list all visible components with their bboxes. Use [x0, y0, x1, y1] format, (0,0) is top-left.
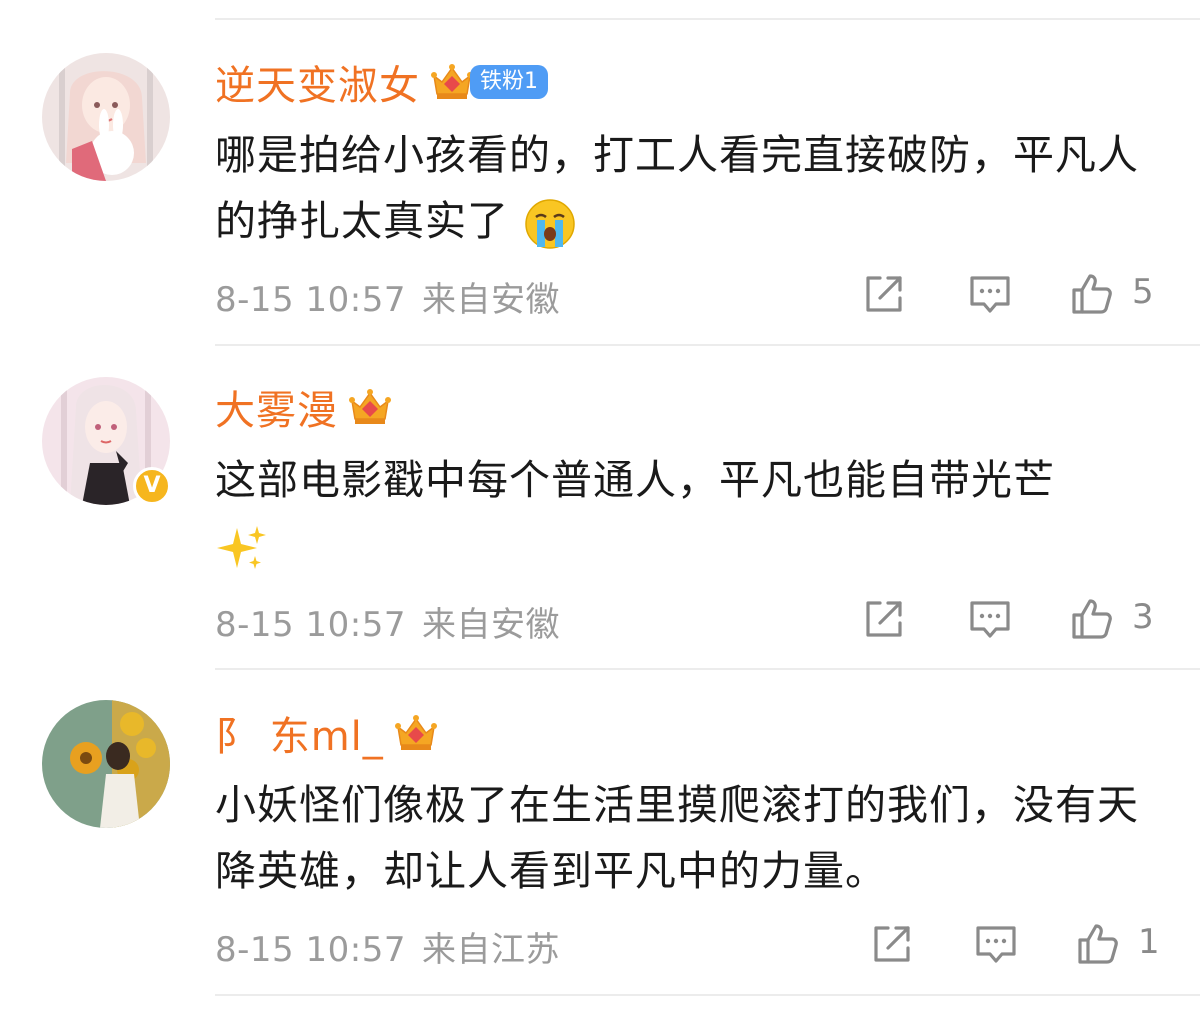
divider	[215, 18, 1200, 20]
username[interactable]: 阝 东ml_	[215, 704, 384, 762]
comment-meta: 8-15 10:57 来自江苏	[215, 922, 560, 971]
comment-icon[interactable]	[966, 270, 1014, 318]
comment-text: 哪是拍给小孩看的，打工人看完直接破防，平凡人的挣扎太真实了	[215, 122, 1145, 254]
divider	[215, 668, 1200, 670]
crown-badge-icon[interactable]	[430, 60, 474, 104]
comment-icon[interactable]	[966, 595, 1014, 643]
avatar[interactable]	[42, 700, 170, 828]
fan-badge[interactable]: 铁粉1	[470, 65, 548, 99]
divider	[215, 344, 1200, 346]
share-icon[interactable]	[860, 270, 908, 318]
divider	[215, 994, 1200, 996]
timestamp: 8-15 10:57	[215, 930, 406, 970]
location: 来自安徽	[421, 280, 560, 320]
verified-icon: V	[133, 467, 171, 505]
timestamp: 8-15 10:57	[215, 280, 406, 320]
like-icon[interactable]	[1074, 920, 1122, 968]
like-count: 1	[1138, 922, 1160, 962]
comment-text: 这部电影戳中每个普通人，平凡也能自带光芒	[215, 447, 1145, 579]
name-row: 逆天变淑女 铁粉1	[215, 52, 548, 112]
sparkles-emoji	[217, 526, 266, 569]
comment-icon[interactable]	[972, 920, 1020, 968]
location: 来自安徽	[421, 605, 560, 645]
name-row: 大雾漫	[215, 377, 392, 437]
comment-meta: 8-15 10:57 来自安徽	[215, 272, 560, 321]
like-count: 5	[1132, 272, 1154, 312]
crown-badge-icon[interactable]	[394, 711, 438, 755]
comment-item: 阝 东ml_ 小妖怪们像极了在生活里摸爬滚打的我们，没有天降英雄，却让人看到平凡…	[0, 700, 1200, 1000]
comment-text: 小妖怪们像极了在生活里摸爬滚打的我们，没有天降英雄，却让人看到平凡中的力量。	[215, 772, 1145, 904]
name-row: 阝 东ml_	[215, 703, 438, 763]
username[interactable]: 逆天变淑女	[215, 53, 420, 111]
action-bar: 5	[860, 270, 1160, 320]
crown-badge-icon[interactable]	[348, 385, 392, 429]
location: 来自江苏	[421, 930, 560, 970]
comment-item: V 大雾漫 这部电影戳中每个普通人，平凡也能自带光芒 8-15 10:57 来自安…	[0, 375, 1200, 675]
comment-meta: 8-15 10:57 来自安徽	[215, 597, 560, 646]
share-icon[interactable]	[860, 595, 908, 643]
action-bar: 1	[860, 920, 1160, 970]
comment-body: 哪是拍给小孩看的，打工人看完直接破防，平凡人的挣扎太真实了	[215, 131, 1139, 245]
crying-face-emoji	[525, 199, 575, 249]
comment-body: 这部电影戳中每个普通人，平凡也能自带光芒	[215, 456, 1055, 504]
like-count: 3	[1132, 597, 1154, 637]
share-icon[interactable]	[868, 920, 916, 968]
comment-body: 小妖怪们像极了在生活里摸爬滚打的我们，没有天降英雄，却让人看到平凡中的力量。	[215, 781, 1139, 895]
avatar[interactable]	[42, 53, 170, 181]
username[interactable]: 大雾漫	[215, 378, 338, 436]
comment-item: 逆天变淑女 铁粉1 哪是拍给小孩看的，打工人看完直接破防，平凡人的挣扎太真实了 …	[0, 50, 1200, 350]
timestamp: 8-15 10:57	[215, 605, 406, 645]
like-icon[interactable]	[1068, 595, 1116, 643]
like-icon[interactable]	[1068, 270, 1116, 318]
action-bar: 3	[860, 595, 1160, 645]
